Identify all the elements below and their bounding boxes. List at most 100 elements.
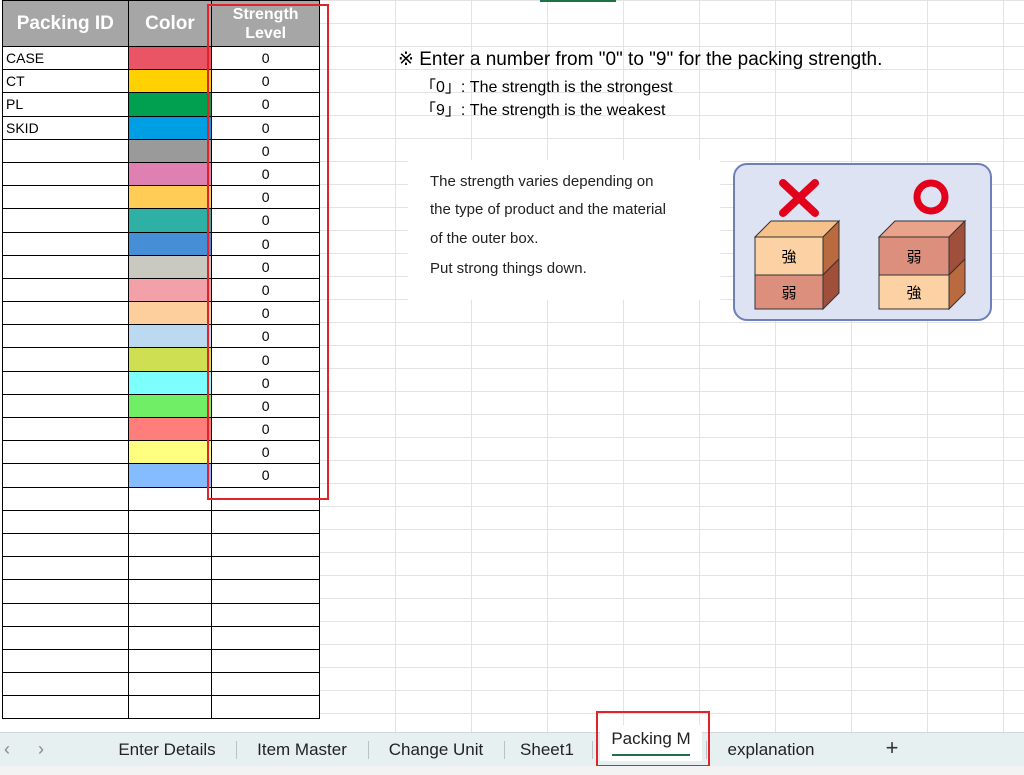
color-cell[interactable]: [127, 347, 213, 372]
color-cell[interactable]: [127, 556, 213, 581]
packing-id-cell[interactable]: [2, 185, 129, 210]
strength-level-cell[interactable]: [211, 672, 320, 697]
packing-id-cell[interactable]: [2, 324, 129, 349]
packing-id-cell[interactable]: [2, 254, 129, 279]
strength-level-cell[interactable]: 0: [211, 231, 320, 256]
strength-level-cell[interactable]: [211, 602, 320, 627]
strength-level-cell[interactable]: 0: [211, 69, 320, 94]
strength-level-cell[interactable]: 0: [211, 370, 320, 395]
strength-level-cell[interactable]: 0: [211, 301, 320, 326]
color-cell[interactable]: [127, 301, 213, 326]
strength-level-cell[interactable]: 0: [211, 45, 320, 71]
strength-level-cell[interactable]: 0: [211, 138, 320, 163]
color-cell[interactable]: [127, 69, 213, 94]
color-cell[interactable]: [127, 393, 213, 419]
strength-level-cell[interactable]: 0: [211, 277, 320, 303]
packing-id-cell[interactable]: [2, 648, 129, 674]
header-color[interactable]: Color: [127, 0, 213, 47]
strength-level-cell[interactable]: [211, 532, 320, 558]
packing-id-cell[interactable]: [2, 486, 129, 511]
packing-id-cell[interactable]: [2, 463, 129, 488]
packing-id-cell[interactable]: [2, 370, 129, 395]
packing-id-cell[interactable]: [2, 277, 129, 303]
strength-level-cell[interactable]: 0: [211, 185, 320, 210]
color-cell[interactable]: [127, 324, 213, 349]
packing-id-cell[interactable]: [2, 625, 129, 650]
packing-id-cell[interactable]: [2, 602, 129, 627]
color-cell[interactable]: [127, 208, 213, 233]
packing-id-cell[interactable]: [2, 440, 129, 465]
packing-id-cell[interactable]: [2, 347, 129, 372]
header-packing-id[interactable]: Packing ID: [2, 0, 129, 47]
add-sheet-button[interactable]: +: [880, 732, 904, 766]
color-cell[interactable]: [127, 231, 213, 256]
packing-id-cell[interactable]: [2, 231, 129, 256]
color-cell[interactable]: [127, 579, 213, 604]
color-swatch: [128, 186, 212, 209]
packing-id-cell[interactable]: CASE: [2, 45, 129, 71]
strength-level-cell[interactable]: [211, 648, 320, 674]
tab-item-master[interactable]: Item Master: [240, 733, 364, 767]
strength-level-cell[interactable]: 0: [211, 393, 320, 419]
strength-level-cell[interactable]: 0: [211, 463, 320, 488]
strength-level-cell[interactable]: 0: [211, 161, 320, 187]
packing-id-cell[interactable]: [2, 556, 129, 581]
strength-level-cell[interactable]: 0: [211, 347, 320, 372]
strength-level-cell[interactable]: [211, 579, 320, 604]
packing-id-cell[interactable]: [2, 695, 129, 720]
color-cell[interactable]: [127, 625, 213, 650]
color-cell[interactable]: [127, 695, 213, 720]
color-cell[interactable]: [127, 115, 213, 140]
color-cell[interactable]: [127, 672, 213, 697]
tab-packing-m[interactable]: Packing M: [600, 725, 702, 761]
strength-level-cell[interactable]: 0: [211, 254, 320, 279]
strength-level-cell[interactable]: [211, 625, 320, 650]
color-cell[interactable]: [127, 277, 213, 303]
color-cell[interactable]: [127, 254, 213, 279]
tab-scroll-prev-button[interactable]: ‹: [4, 739, 10, 760]
strength-level-cell[interactable]: 0: [211, 440, 320, 465]
strength-level-cell[interactable]: [211, 509, 320, 534]
color-cell[interactable]: [127, 370, 213, 395]
packing-id-cell[interactable]: [2, 416, 129, 442]
packing-id-cell[interactable]: [2, 161, 129, 187]
packing-id-cell[interactable]: [2, 579, 129, 604]
packing-id-cell[interactable]: [2, 509, 129, 534]
color-cell[interactable]: [127, 138, 213, 163]
color-cell[interactable]: [127, 185, 213, 210]
strength-level-cell[interactable]: 0: [211, 324, 320, 349]
packing-id-cell[interactable]: [2, 208, 129, 233]
packing-id-cell[interactable]: [2, 393, 129, 419]
color-cell[interactable]: [127, 440, 213, 465]
strength-level-cell[interactable]: 0: [211, 416, 320, 442]
color-cell[interactable]: [127, 463, 213, 488]
color-cell[interactable]: [127, 648, 213, 674]
color-cell[interactable]: [127, 45, 213, 71]
tab-explanation[interactable]: explanation: [712, 733, 830, 767]
strength-level-cell[interactable]: [211, 486, 320, 511]
packing-id-cell[interactable]: [2, 301, 129, 326]
packing-id-cell[interactable]: [2, 138, 129, 163]
color-cell[interactable]: [127, 92, 213, 117]
color-cell[interactable]: [127, 416, 213, 442]
color-cell[interactable]: [127, 161, 213, 187]
packing-id-cell[interactable]: [2, 672, 129, 697]
tab-change-unit[interactable]: Change Unit: [372, 733, 500, 767]
tab-enter-details[interactable]: Enter Details: [102, 733, 232, 767]
header-strength-level[interactable]: Strength Level: [211, 0, 320, 47]
packing-id-cell[interactable]: SKID: [2, 115, 129, 140]
strength-level-cell[interactable]: 0: [211, 115, 320, 140]
packing-id-cell[interactable]: [2, 532, 129, 558]
packing-id-cell[interactable]: CT: [2, 69, 129, 94]
strength-level-cell[interactable]: [211, 556, 320, 581]
tab-scroll-next-button[interactable]: ›: [38, 739, 44, 760]
color-cell[interactable]: [127, 486, 213, 511]
strength-level-cell[interactable]: 0: [211, 92, 320, 117]
tab-sheet1[interactable]: Sheet1: [508, 733, 586, 767]
color-cell[interactable]: [127, 602, 213, 627]
color-cell[interactable]: [127, 532, 213, 558]
color-cell[interactable]: [127, 509, 213, 534]
packing-id-cell[interactable]: PL: [2, 92, 129, 117]
strength-level-cell[interactable]: 0: [211, 208, 320, 233]
strength-level-cell[interactable]: [211, 695, 320, 720]
